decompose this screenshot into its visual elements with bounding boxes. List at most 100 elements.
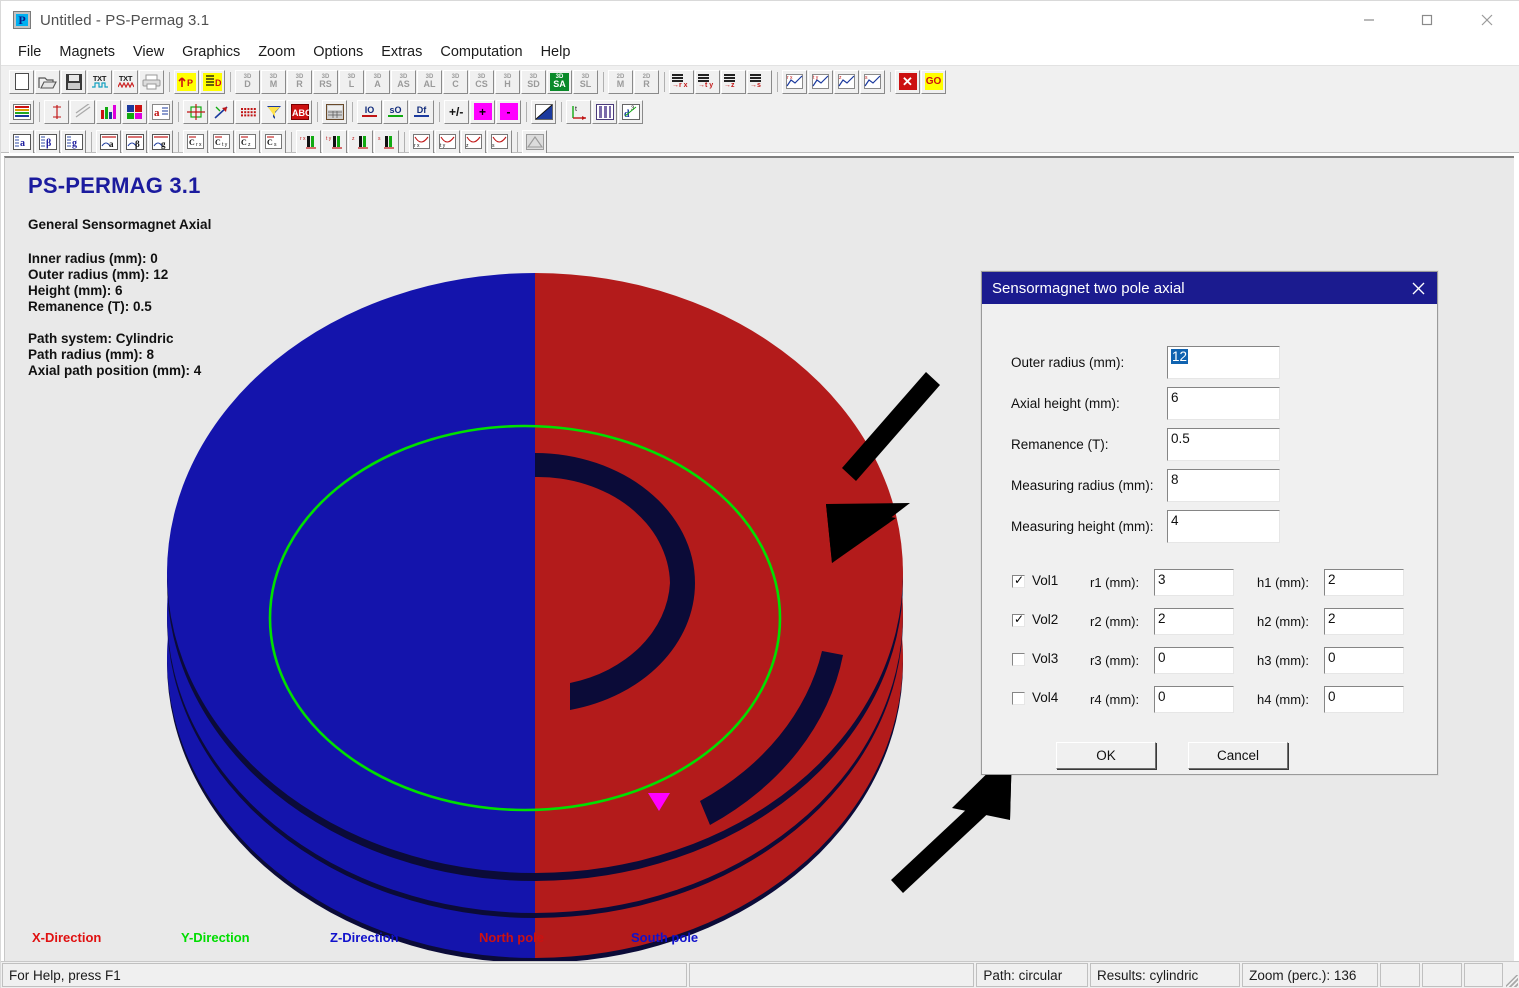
input-h1[interactable]: 2 [1324,569,1404,596]
bar-z-icon[interactable]: z [348,129,373,154]
subtract-icon[interactable]: - [496,99,521,124]
export-txt-icon[interactable]: TXT [113,69,138,94]
magnet-3d-al-icon[interactable]: 3D AL [417,69,442,94]
table-icon[interactable] [322,99,347,124]
checkbox-vol4[interactable] [1012,692,1025,705]
diagonal-chart-icon[interactable] [531,99,556,124]
plot-s-icon[interactable]: s [487,129,512,154]
input-r1[interactable]: 3 [1154,569,1234,596]
menu-computation[interactable]: Computation [431,42,531,62]
plus-minus-icon[interactable]: +/- [444,99,469,124]
magnet-3d-a-icon[interactable]: 3D A [365,69,390,94]
maximize-button[interactable] [1404,1,1450,39]
magnet-3d-c-icon[interactable]: 3D C [443,69,468,94]
save-file-icon[interactable] [61,69,86,94]
power-icon[interactable]: d3 [618,99,643,124]
checkbox-vol2[interactable]: ✓ [1012,613,1025,627]
coeff-rx-icon[interactable]: Cr x [183,129,208,154]
alpha-g-icon[interactable]: g [61,129,86,154]
input-axial-height[interactable]: 6 [1167,386,1280,420]
magnet-3d-as-icon[interactable]: 3D AS [391,69,416,94]
palette-icon[interactable] [122,99,147,124]
input-h3[interactable]: 0 [1324,647,1404,674]
menu-help[interactable]: Help [532,42,580,62]
checkbox-vol3[interactable] [1012,653,1025,666]
input-r4[interactable]: 0 [1154,686,1234,713]
chart-rx-icon[interactable]: r x [782,69,807,94]
abc-icon[interactable]: ABC [287,99,312,124]
io-icon[interactable]: IO [357,99,382,124]
plot-z-icon[interactable]: z [461,129,486,154]
input-outer-radius[interactable]: 12 [1167,345,1280,379]
close-button[interactable] [1464,1,1510,39]
magnet-3d-sd-icon[interactable]: 3D SD [521,69,546,94]
bar-s-icon[interactable]: s [374,129,399,154]
coordinate-icon[interactable]: t [566,99,591,124]
import-txt-icon[interactable]: TXT [87,69,112,94]
menu-graphics[interactable]: Graphics [173,42,249,62]
sensormagnet-dialog[interactable]: Sensormagnet two pole axial Outer radius… [981,271,1438,775]
open-file-icon[interactable] [35,69,60,94]
magnet-3d-d-icon[interactable]: 3D D [235,69,260,94]
chart-z-icon[interactable]: z [834,69,859,94]
axis-scale-icon[interactable] [44,99,69,124]
magnet-3d-h-icon[interactable]: 3D H [495,69,520,94]
checkbox-vol1[interactable]: ✓ [1012,574,1025,588]
coeff-s-icon[interactable]: Cs [261,129,286,154]
menu-view[interactable]: View [124,42,173,62]
input-remanence[interactable]: 0.5 [1167,427,1280,461]
line-style-icon[interactable] [70,99,95,124]
vector-icon[interactable] [209,99,234,124]
color-table-icon[interactable] [9,99,34,124]
bar-colors-icon[interactable] [96,99,121,124]
add-icon[interactable]: + [470,99,495,124]
magnet-3d-r-icon[interactable]: 3D R [287,69,312,94]
curve-g-icon[interactable]: g [148,129,173,154]
input-measuring-height[interactable]: 4 [1167,509,1280,543]
magnet-3d-l-icon[interactable]: 3D L [339,69,364,94]
magnet-3d-sa-icon[interactable]: 3D SA [547,69,572,94]
coeff-ty-icon[interactable]: Ct y [209,129,234,154]
grid-icon[interactable] [183,99,208,124]
input-h2[interactable]: 2 [1324,608,1404,635]
plot-rx-icon[interactable]: r x [409,129,434,154]
curve-beta-icon[interactable]: β [122,129,147,154]
magnet-3d-m-icon[interactable]: 3D M [261,69,286,94]
magnet-3d-cs-icon[interactable]: 3D CS [469,69,494,94]
columns-icon[interactable] [592,99,617,124]
menu-file[interactable]: File [9,42,50,62]
magnet-3d-sl-icon[interactable]: 3D SL [573,69,598,94]
component-sum-icon[interactable]: →s [747,69,772,94]
component-ty-icon[interactable]: →t y [695,69,720,94]
chart-sum-icon[interactable]: s [860,69,885,94]
stop-computation-icon[interactable]: ✕ [895,69,920,94]
coeff-z-icon[interactable]: Cz [235,129,260,154]
close-icon[interactable] [1405,277,1431,299]
dots-icon[interactable] [235,99,260,124]
resize-grip[interactable] [1504,962,1519,988]
input-h4[interactable]: 0 [1324,686,1404,713]
cancel-button[interactable]: Cancel [1188,742,1288,769]
go-computation-icon[interactable]: GO [921,69,946,94]
input-measuring-radius[interactable]: 8 [1167,468,1280,502]
menu-extras[interactable]: Extras [372,42,431,62]
component-rx-icon[interactable]: →r x [669,69,694,94]
bar-ty-icon[interactable]: t y [322,129,347,154]
new-file-icon[interactable] [9,69,34,94]
parameter-up-icon[interactable]: P [174,69,199,94]
component-z-icon[interactable]: →z [721,69,746,94]
magnet-3d-rs-icon[interactable]: 3D RS [313,69,338,94]
alpha-a-icon[interactable]: a [9,129,34,154]
alpha-beta-icon[interactable]: β [35,129,60,154]
input-r2[interactable]: 2 [1154,608,1234,635]
curve-a-icon[interactable]: a [96,129,121,154]
menu-zoom[interactable]: Zoom [249,42,304,62]
export-image-icon[interactable] [522,129,547,154]
plot-ty-icon[interactable]: t y [435,129,460,154]
magnet-2d-r-icon[interactable]: 2D R [634,69,659,94]
ok-button[interactable]: OK [1056,742,1156,769]
chart-ty-icon[interactable]: t y [808,69,833,94]
data-list-icon[interactable]: D [200,69,225,94]
funnel-icon[interactable] [261,99,286,124]
magnet-2d-m-icon[interactable]: 2D M [608,69,633,94]
